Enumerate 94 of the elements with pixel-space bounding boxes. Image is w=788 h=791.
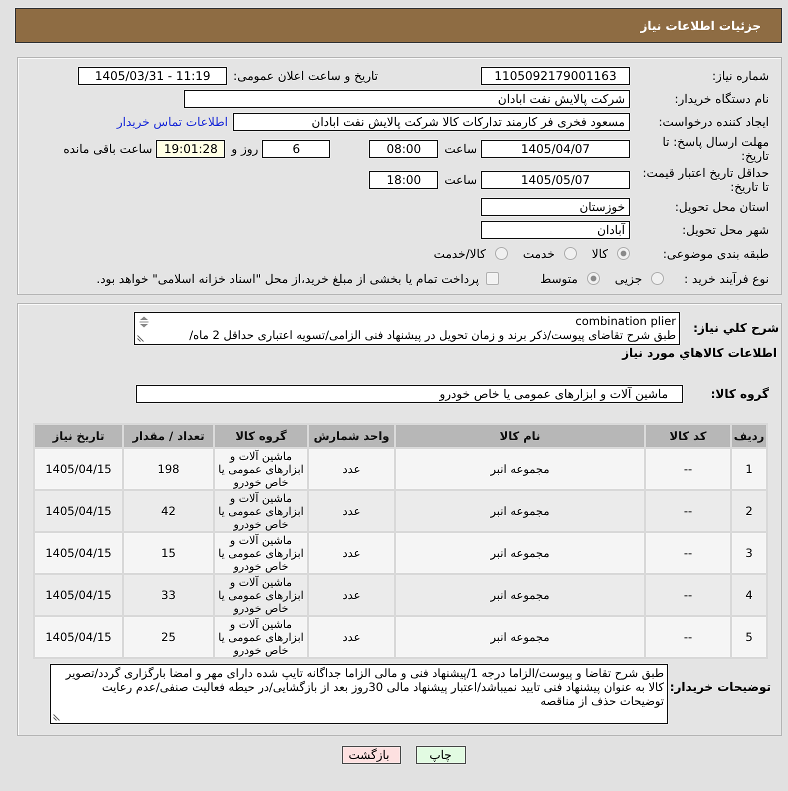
- buyer-notes-field[interactable]: طبق شرح تقاضا و پیوست/الزاما درجه 1/پیشنهاد فنی و مالی الزاما جداگانه تایپ شده دارای مهر و امضا بارگزاری گردد/تصویر کالا به عنوان پیشنهاد فنی تایید نمیباشد/اعتبار پیشنهاد مالی 30روز بعد از بازگشایی/در حیطه فعالیت صنفی/عدم رعایت توضیحات حذف از مناقصه: [50, 664, 668, 724]
- field-label: روز و: [231, 142, 258, 156]
- table-cell: --: [646, 533, 730, 573]
- table-cell: 5: [732, 617, 766, 657]
- table-cell: --: [646, 491, 730, 531]
- table-cell: 1: [732, 449, 766, 489]
- table-cell: 25: [124, 617, 213, 657]
- option-label: کالا/خدمت: [434, 246, 486, 260]
- buyer-organization-field[interactable]: شرکت پالایش نفت ابادان: [184, 90, 630, 108]
- table-cell: مجموعه انبر: [396, 533, 644, 573]
- field-label: گروه کالا:: [710, 386, 770, 401]
- radio-button[interactable]: [564, 247, 577, 260]
- goods-group-field[interactable]: ماشین آلات و ابزارهای عمومی یا خاص خودرو: [136, 385, 683, 403]
- table-cell: 15: [124, 533, 213, 573]
- section-heading: اطلاعات كالاهاي مورد نياز: [620, 345, 778, 361]
- table-cell: ماشین آلات و ابزارهای عمومی یا خاص خودرو: [215, 617, 307, 657]
- table-cell: 2: [732, 491, 766, 531]
- table-cell: 33: [124, 575, 213, 615]
- field-label: ساعت باقی مانده: [63, 142, 152, 156]
- date-field[interactable]: 1405/04/07: [481, 140, 630, 158]
- field-label: ساعت: [444, 142, 477, 156]
- table-cell: عدد: [309, 617, 394, 657]
- column-header: تعداد / مقدار: [124, 425, 213, 447]
- column-header: تاریخ نیاز: [35, 425, 122, 447]
- need-number-field[interactable]: 1105092179001163: [481, 66, 630, 84]
- field-label: نام دستگاه خریدار:: [674, 92, 769, 106]
- option-label: متوسط: [540, 272, 578, 286]
- field-label: نوع فرآیند خرید :: [684, 272, 769, 286]
- time-field[interactable]: 08:00: [369, 140, 438, 158]
- time-field[interactable]: 18:00: [369, 170, 438, 188]
- table-cell: عدد: [309, 491, 394, 531]
- radio-button[interactable]: [494, 247, 508, 260]
- province-field[interactable]: خوزستان: [481, 198, 630, 216]
- table-cell: 1405/04/15: [35, 449, 122, 489]
- column-header: ردیف: [732, 425, 766, 447]
- table-cell: مجموعه انبر: [396, 491, 644, 531]
- table-cell: ماشین آلات و ابزارهای عمومی یا خاص خودرو: [215, 533, 307, 573]
- field-label: ایجاد کننده درخواست:: [657, 114, 769, 128]
- checkbox-label: پرداخت تمام یا بخشی از مبلغ خرید،از محل "اسناد خزانه اسلامی" خواهد بود.: [96, 272, 480, 286]
- buyer-contact-link[interactable]: اطلاعات تماس خریدار: [116, 114, 228, 128]
- page-title: جزئیات اطلاعات نیاز: [640, 18, 761, 32]
- field-label: مهلت ارسال پاسخ: تا تاریخ:: [661, 134, 769, 162]
- table-cell: --: [646, 575, 730, 615]
- field-label: استان محل تحویل:: [674, 200, 769, 214]
- field-label: شهر محل تحویل:: [681, 222, 769, 236]
- field-label: حداقل تاریخ اعتبار قیمت: تا تاریخ:: [641, 166, 769, 194]
- table-cell: 198: [124, 449, 213, 489]
- radio-button[interactable]: [617, 247, 630, 260]
- table-cell: عدد: [309, 575, 394, 615]
- option-label: خدمت: [522, 246, 555, 260]
- field-label: طبقه بندی موضوعی:: [662, 246, 769, 260]
- days-field[interactable]: 6: [262, 140, 330, 158]
- column-header: کد کالا: [646, 425, 730, 447]
- field-label: شرح كلي نياز:: [692, 320, 779, 335]
- field-label: تاریخ و ساعت اعلان عمومی:: [233, 68, 378, 82]
- table-cell: --: [646, 617, 730, 657]
- field-label: ساعت: [444, 172, 477, 186]
- table-cell: 1405/04/15: [35, 533, 122, 573]
- table-cell: ماشین آلات و ابزارهای عمومی یا خاص خودرو: [215, 449, 307, 489]
- column-header: گروه کالا: [215, 425, 307, 447]
- table-cell: ماشین آلات و ابزارهای عمومی یا خاص خودرو: [215, 575, 307, 615]
- resize-grip-icon[interactable]: [137, 335, 144, 342]
- column-header: نام کالا: [396, 425, 644, 447]
- table-cell: 1405/04/15: [35, 617, 122, 657]
- checkbox[interactable]: [486, 272, 500, 285]
- option-label: کالا: [592, 246, 608, 260]
- table-cell: 42: [124, 491, 213, 531]
- table-cell: 3: [732, 533, 766, 573]
- option-label: جزیی: [614, 272, 642, 286]
- print-button[interactable]: چاپ: [416, 746, 466, 764]
- requester-field[interactable]: مسعود فخری فر کارمند تدارکات کالا شرکت پالایش نفت ابادان: [233, 112, 630, 130]
- table-cell: مجموعه انبر: [396, 449, 644, 489]
- description-field[interactable]: combination plier طبق شرح تقاضای پیوست/ذکر برند و زمان تحویل در پیشنهاد فنی الزامی/تسویه اعتباری حداقل 2 ماه/: [134, 312, 680, 345]
- date-field[interactable]: 1405/05/07: [481, 170, 630, 188]
- city-field[interactable]: آبادان: [481, 220, 630, 238]
- table-cell: عدد: [309, 449, 394, 489]
- field-label: شماره نیاز:: [711, 68, 769, 82]
- table-cell: مجموعه انبر: [396, 575, 644, 615]
- remaining-time-field: 19:01:28: [156, 140, 226, 158]
- scroll-arrows-icon[interactable]: [138, 315, 150, 329]
- table-cell: مجموعه انبر: [396, 617, 644, 657]
- table-cell: 1405/04/15: [35, 575, 122, 615]
- table-cell: 4: [732, 575, 766, 615]
- table-cell: عدد: [309, 533, 394, 573]
- radio-button[interactable]: [651, 272, 664, 285]
- table-cell: 1405/04/15: [35, 491, 122, 531]
- resize-grip-icon[interactable]: [53, 714, 60, 721]
- column-header: واحد شمارش: [309, 425, 394, 447]
- table-cell: --: [646, 449, 730, 489]
- field-label: توضیحات خریدار:: [668, 679, 772, 694]
- table-cell: ماشین آلات و ابزارهای عمومی یا خاص خودرو: [215, 491, 307, 531]
- announcement-date-field[interactable]: 1405/03/31 - 11:19: [78, 66, 228, 84]
- radio-button[interactable]: [586, 272, 600, 285]
- back-button[interactable]: بازگشت: [342, 746, 400, 764]
